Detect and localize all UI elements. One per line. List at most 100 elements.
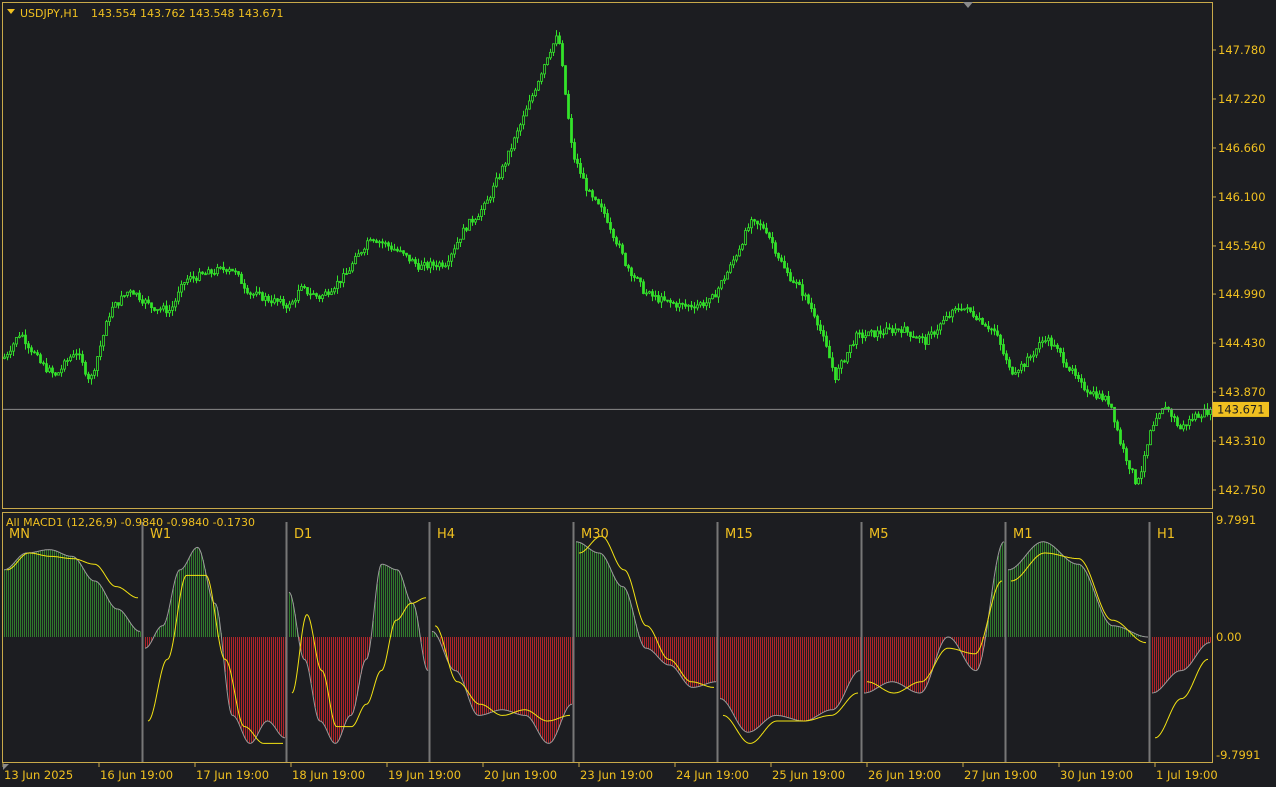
timeframe-label-d1: D1: [294, 527, 312, 542]
candle-body: [954, 308, 957, 311]
candle: [393, 243, 396, 251]
candle-body: [669, 299, 672, 303]
candle-body: [540, 73, 543, 82]
candle-body: [705, 302, 708, 307]
candle: [594, 196, 597, 201]
candle: [264, 292, 267, 307]
candle-body: [1101, 393, 1104, 401]
candle-body: [360, 252, 363, 255]
candle: [999, 333, 1002, 351]
macd-panel-h4[interactable]: H4: [431, 527, 573, 744]
candle-body: [1098, 393, 1101, 399]
candle-body: [195, 277, 198, 281]
macd-panel-h1[interactable]: H1: [1151, 527, 1211, 739]
candle: [966, 304, 969, 314]
candle: [459, 238, 462, 247]
candle: [1134, 469, 1137, 485]
candle: [735, 254, 738, 263]
candle-body: [60, 368, 63, 374]
candle: [708, 298, 711, 308]
candle: [1149, 429, 1152, 446]
candle: [693, 302, 696, 314]
macd-panel-m15[interactable]: M15: [719, 527, 861, 744]
candle: [366, 237, 369, 256]
macd-panel-m1[interactable]: M1: [1007, 527, 1149, 644]
candle-body: [771, 237, 774, 244]
candle-body: [654, 295, 657, 297]
macd-panel-m5[interactable]: M5: [864, 527, 1005, 694]
candle: [111, 301, 114, 319]
candle-body: [1203, 408, 1206, 418]
candle-body: [348, 270, 351, 274]
candle-body: [267, 295, 270, 302]
candle-body: [972, 311, 975, 317]
candle-body: [1173, 416, 1176, 419]
symbol-menu-arrow-icon[interactable]: [7, 9, 15, 14]
candle: [1200, 414, 1203, 423]
candle-body: [735, 255, 738, 261]
candle: [240, 271, 243, 284]
macd-panel-mn[interactable]: MN: [3, 527, 141, 637]
candle-body: [663, 296, 666, 301]
candle-body: [813, 308, 816, 317]
candle: [357, 249, 360, 257]
candle-body: [465, 227, 468, 231]
candle-body: [600, 203, 603, 208]
candle-body: [63, 360, 66, 370]
candle-body: [930, 331, 933, 335]
candle: [381, 238, 384, 249]
candle: [561, 40, 564, 68]
candle-body: [438, 262, 441, 268]
candle-body: [453, 248, 456, 255]
candle-body: [1197, 413, 1200, 418]
candle-body: [1140, 471, 1143, 479]
signal-line: [147, 574, 283, 744]
candle: [363, 247, 366, 256]
candle-body: [696, 304, 699, 309]
candle: [588, 188, 591, 192]
candle-body: [141, 299, 144, 304]
candle: [612, 228, 615, 242]
candle-body: [333, 288, 336, 293]
candle-body: [279, 298, 282, 302]
candle-body: [231, 268, 234, 272]
candle-body: [885, 327, 888, 335]
candle: [1026, 353, 1029, 368]
candle-body: [750, 219, 753, 229]
symbol-timeframe[interactable]: USDJPY,H1: [20, 7, 79, 20]
candle-body: [1080, 378, 1083, 383]
candle-body: [642, 281, 645, 294]
candle-body: [150, 302, 153, 309]
candle-body: [1149, 430, 1152, 446]
candle: [438, 260, 441, 271]
candle: [687, 304, 690, 312]
candle: [171, 300, 174, 316]
chart-shift-marker-icon[interactable]: [963, 2, 973, 8]
trading-chart-window[interactable]: MN W1 D1 H4 M30 M15 M5 M1 H1 USDJPY,H1 143.554 1…: [0, 0, 1276, 787]
candle: [729, 261, 732, 274]
candle-body: [492, 185, 495, 199]
candle: [792, 276, 795, 284]
candle-body: [276, 298, 279, 302]
time-axis[interactable]: 13 Jun 2025 16 Jun 19:00 17 Jun 19:00 18 Ju…: [2, 763, 1218, 782]
candle-body: [918, 336, 921, 339]
candle: [42, 360, 45, 366]
candle-body: [951, 309, 954, 318]
indicator-title[interactable]: All MACD1 (12,26,9) -0.9840 -0.9840 -0.1…: [6, 516, 255, 529]
candlestick-series[interactable]: [3, 30, 1212, 485]
price-axis[interactable]: 147.780 147.220 146.660 146.100 145.540 144.9…: [1212, 43, 1266, 497]
price-label: 146.660: [1218, 141, 1266, 155]
indicator-axis-label: -9.7991: [1216, 748, 1260, 762]
candle: [975, 314, 978, 321]
candle-body: [1056, 344, 1059, 349]
macd-panel-w1[interactable]: W1: [144, 527, 286, 744]
candle: [552, 43, 555, 57]
macd-panel-m30[interactable]: M30: [575, 527, 717, 688]
candle: [798, 279, 801, 286]
candle-body: [99, 345, 102, 358]
candle: [57, 372, 60, 376]
candle-body: [378, 241, 381, 244]
candle-body: [165, 305, 168, 314]
macd-indicator[interactable]: MN W1 D1 H4 M30 M15 M5 M1 H1: [3, 522, 1211, 762]
macd-panel-d1[interactable]: D1: [288, 527, 429, 744]
